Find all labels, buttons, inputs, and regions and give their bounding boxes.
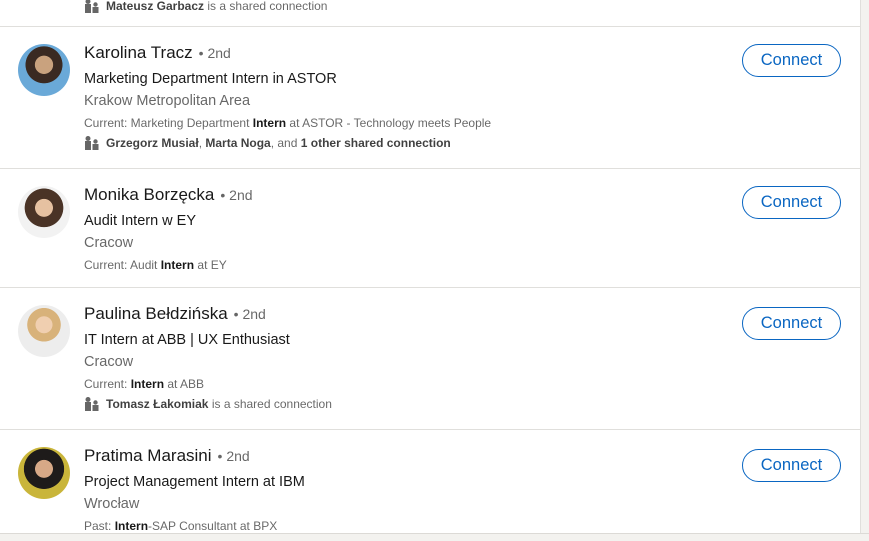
person-name[interactable]: Monika Borzęcka (84, 185, 214, 205)
current-position: Current: Marketing Department Intern at … (84, 116, 492, 130)
headline: Project Management Intern at IBM (84, 474, 305, 490)
shared-connections: Mateusz Garbacz is a shared connection (84, 0, 327, 14)
connect-button[interactable]: Connect (742, 44, 841, 77)
location: Cracow (84, 354, 134, 370)
people-icon (85, 397, 99, 411)
people-icon (85, 0, 99, 13)
vertical-scrollbar[interactable] (860, 0, 869, 540)
people-icon (85, 136, 99, 150)
list-item: Pratima Marasini • 2nd Project Managemen… (0, 430, 860, 533)
list-item: Karolina Tracz • 2nd Marketing Departmen… (0, 27, 860, 169)
headline: IT Intern at ABB | UX Enthusiast (84, 332, 290, 348)
past-position: Past: Intern-SAP Consultant at BPX (84, 519, 278, 533)
person-name[interactable]: Pratima Marasini (84, 446, 212, 466)
current-position: Current: Audit Intern at EY (84, 258, 227, 272)
location: Cracow (84, 235, 134, 251)
connection-degree: • 2nd (233, 306, 266, 322)
avatar[interactable] (18, 186, 70, 238)
avatar[interactable] (18, 44, 70, 96)
connect-button[interactable]: Connect (742, 449, 841, 482)
list-item: Monika Borzęcka • 2nd Audit Intern w EY … (0, 169, 860, 288)
location: Wrocław (84, 496, 140, 512)
person-name[interactable]: Paulina Bełdzińska (84, 304, 228, 324)
connection-degree: • 2nd (198, 45, 231, 61)
headline: Marketing Department Intern in ASTOR (84, 71, 337, 87)
shared-connection-name[interactable]: Marta Noga (205, 136, 270, 150)
shared-connections: Tomasz Łakomiak is a shared connection (84, 396, 714, 412)
shared-connection-name[interactable]: Mateusz Garbacz (106, 0, 204, 13)
shared-connection-name[interactable]: Tomasz Łakomiak (106, 397, 208, 411)
list-item: Paulina Bełdzińska • 2nd IT Intern at AB… (0, 288, 860, 430)
connection-degree: • 2nd (217, 448, 250, 464)
headline: Audit Intern w EY (84, 213, 197, 229)
connect-button[interactable]: Connect (742, 186, 841, 219)
connect-button[interactable]: Connect (742, 307, 841, 340)
shared-connection-name[interactable]: Grzegorz Musiał (106, 136, 199, 150)
list-item: Mateusz Garbacz is a shared connection (0, 0, 860, 27)
current-position: Current: Intern at ABB (84, 377, 205, 391)
shared-connection-text: is a shared connection (204, 0, 328, 13)
connection-degree: • 2nd (220, 187, 253, 203)
avatar[interactable] (18, 447, 70, 499)
search-results-list: Mateusz Garbacz is a shared connection K… (0, 0, 860, 540)
avatar[interactable] (18, 305, 70, 357)
person-name[interactable]: Karolina Tracz (84, 43, 193, 63)
shared-connection-more[interactable]: 1 other shared connection (301, 136, 451, 150)
location: Krakow Metropolitan Area (84, 93, 251, 109)
shared-connections: Grzegorz Musiał, Marta Noga, and 1 other… (84, 135, 714, 151)
